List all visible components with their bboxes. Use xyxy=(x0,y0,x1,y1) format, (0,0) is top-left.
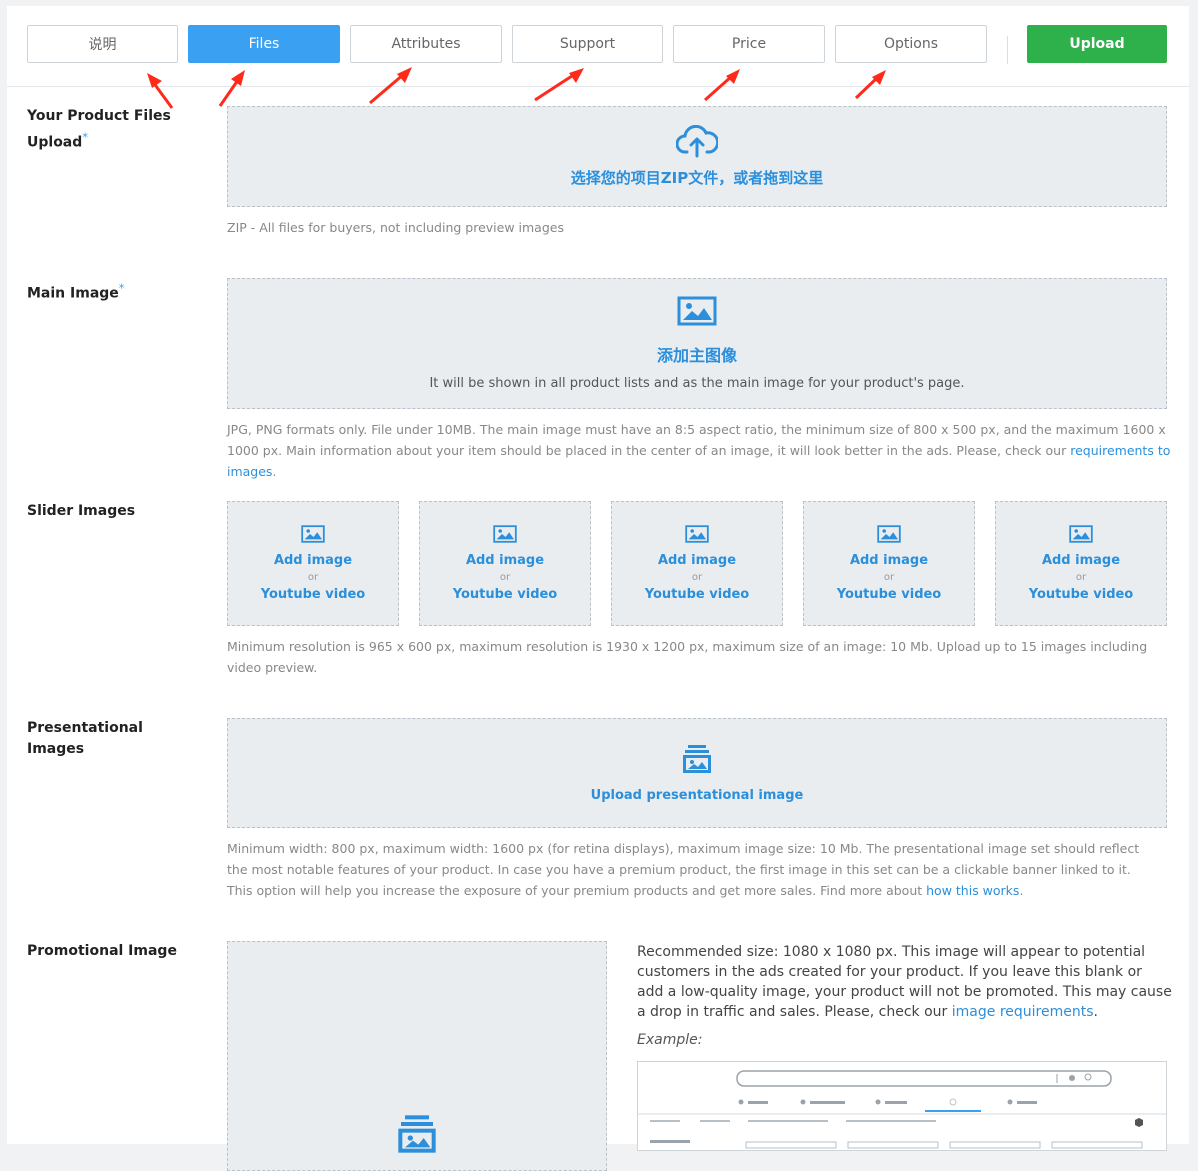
upload-presentational-image-button[interactable]: Upload presentational image xyxy=(591,788,804,803)
slider-slot-2[interactable]: Add image or Youtube video xyxy=(419,501,591,626)
slider-slot-1[interactable]: Add image or Youtube video xyxy=(227,501,399,626)
image-stack-icon xyxy=(397,1114,437,1158)
add-image-link[interactable]: Add image xyxy=(1042,553,1120,568)
upload-button[interactable]: Upload xyxy=(1027,25,1167,63)
image-icon xyxy=(301,525,325,547)
or-text: or xyxy=(1075,572,1087,583)
slider-slot-4[interactable]: Add image or Youtube video xyxy=(803,501,975,626)
image-icon xyxy=(677,296,717,330)
image-requirements-link[interactable]: image requirements xyxy=(952,1004,1094,1020)
presentational-images-dropzone[interactable]: Upload presentational image xyxy=(227,718,1167,828)
youtube-video-link[interactable]: Youtube video xyxy=(1029,587,1134,602)
image-icon xyxy=(685,525,709,547)
tab-divider xyxy=(1007,36,1008,64)
cloud-upload-icon xyxy=(675,124,720,163)
add-image-link[interactable]: Add image xyxy=(658,553,736,568)
product-files-dropzone-text: 选择您的项目ZIP文件，或者拖到这里 xyxy=(570,169,824,187)
add-image-link[interactable]: Add image xyxy=(466,553,544,568)
youtube-video-link[interactable]: Youtube video xyxy=(645,587,750,602)
or-text: or xyxy=(499,572,511,583)
files-form: Your Product Files Upload* 选择您的项目ZIP文件，或… xyxy=(7,87,1189,1171)
or-text: or xyxy=(883,572,895,583)
main-image-help: JPG, PNG formats only. File under 10MB. … xyxy=(227,422,1171,479)
youtube-video-link[interactable]: Youtube video xyxy=(837,587,942,602)
image-icon xyxy=(877,525,901,547)
tab-price[interactable]: Price xyxy=(673,25,825,63)
product-files-label: Your Product Files Upload* xyxy=(27,108,171,151)
how-this-works-link[interactable]: how this works xyxy=(926,883,1019,898)
tab-description[interactable]: 说明 xyxy=(27,25,178,63)
tab-bar: 说明 Files Attributes Support Price Option… xyxy=(7,6,1189,87)
or-text: or xyxy=(691,572,703,583)
add-image-link[interactable]: Add image xyxy=(850,553,928,568)
promotional-image-label: Promotional Image xyxy=(27,943,177,959)
image-stack-icon xyxy=(682,744,712,778)
tab-options[interactable]: Options xyxy=(835,25,987,63)
presentational-images-help: Minimum width: 800 px, maximum width: 16… xyxy=(227,841,1140,898)
product-files-help: ZIP - All files for buyers, not includin… xyxy=(227,220,564,235)
slider-images-label: Slider Images xyxy=(27,503,136,519)
example-label: Example: xyxy=(637,1032,703,1048)
youtube-video-link[interactable]: Youtube video xyxy=(261,587,366,602)
main-image-dropzone[interactable]: 添加主图像 It will be shown in all product li… xyxy=(227,278,1167,409)
presentational-images-label: Presentational Images xyxy=(27,720,143,757)
main-image-label: Main Image* xyxy=(27,281,125,302)
add-image-link[interactable]: Add image xyxy=(274,553,352,568)
slider-slot-3[interactable]: Add image or Youtube video xyxy=(611,501,783,626)
or-text: or xyxy=(307,572,319,583)
slider-slot-5[interactable]: Add image or Youtube video xyxy=(995,501,1167,626)
main-image-title: 添加主图像 xyxy=(656,346,737,365)
example-screenshot xyxy=(637,1061,1167,1151)
slider-images-help: Minimum resolution is 965 x 600 px, maxi… xyxy=(227,639,1148,675)
promotional-image-description: Recommended size: 1080 x 1080 px. This i… xyxy=(637,944,1172,1020)
promotional-image-dropzone[interactable] xyxy=(227,941,607,1171)
youtube-video-link[interactable]: Youtube video xyxy=(453,587,558,602)
tab-files[interactable]: Files xyxy=(188,25,340,63)
product-files-dropzone[interactable]: 选择您的项目ZIP文件，或者拖到这里 xyxy=(227,106,1167,207)
tab-attributes[interactable]: Attributes xyxy=(350,25,502,63)
tab-support[interactable]: Support xyxy=(512,25,663,63)
image-icon xyxy=(1069,525,1093,547)
image-icon xyxy=(493,525,517,547)
main-image-subtitle: It will be shown in all product lists an… xyxy=(429,376,965,391)
